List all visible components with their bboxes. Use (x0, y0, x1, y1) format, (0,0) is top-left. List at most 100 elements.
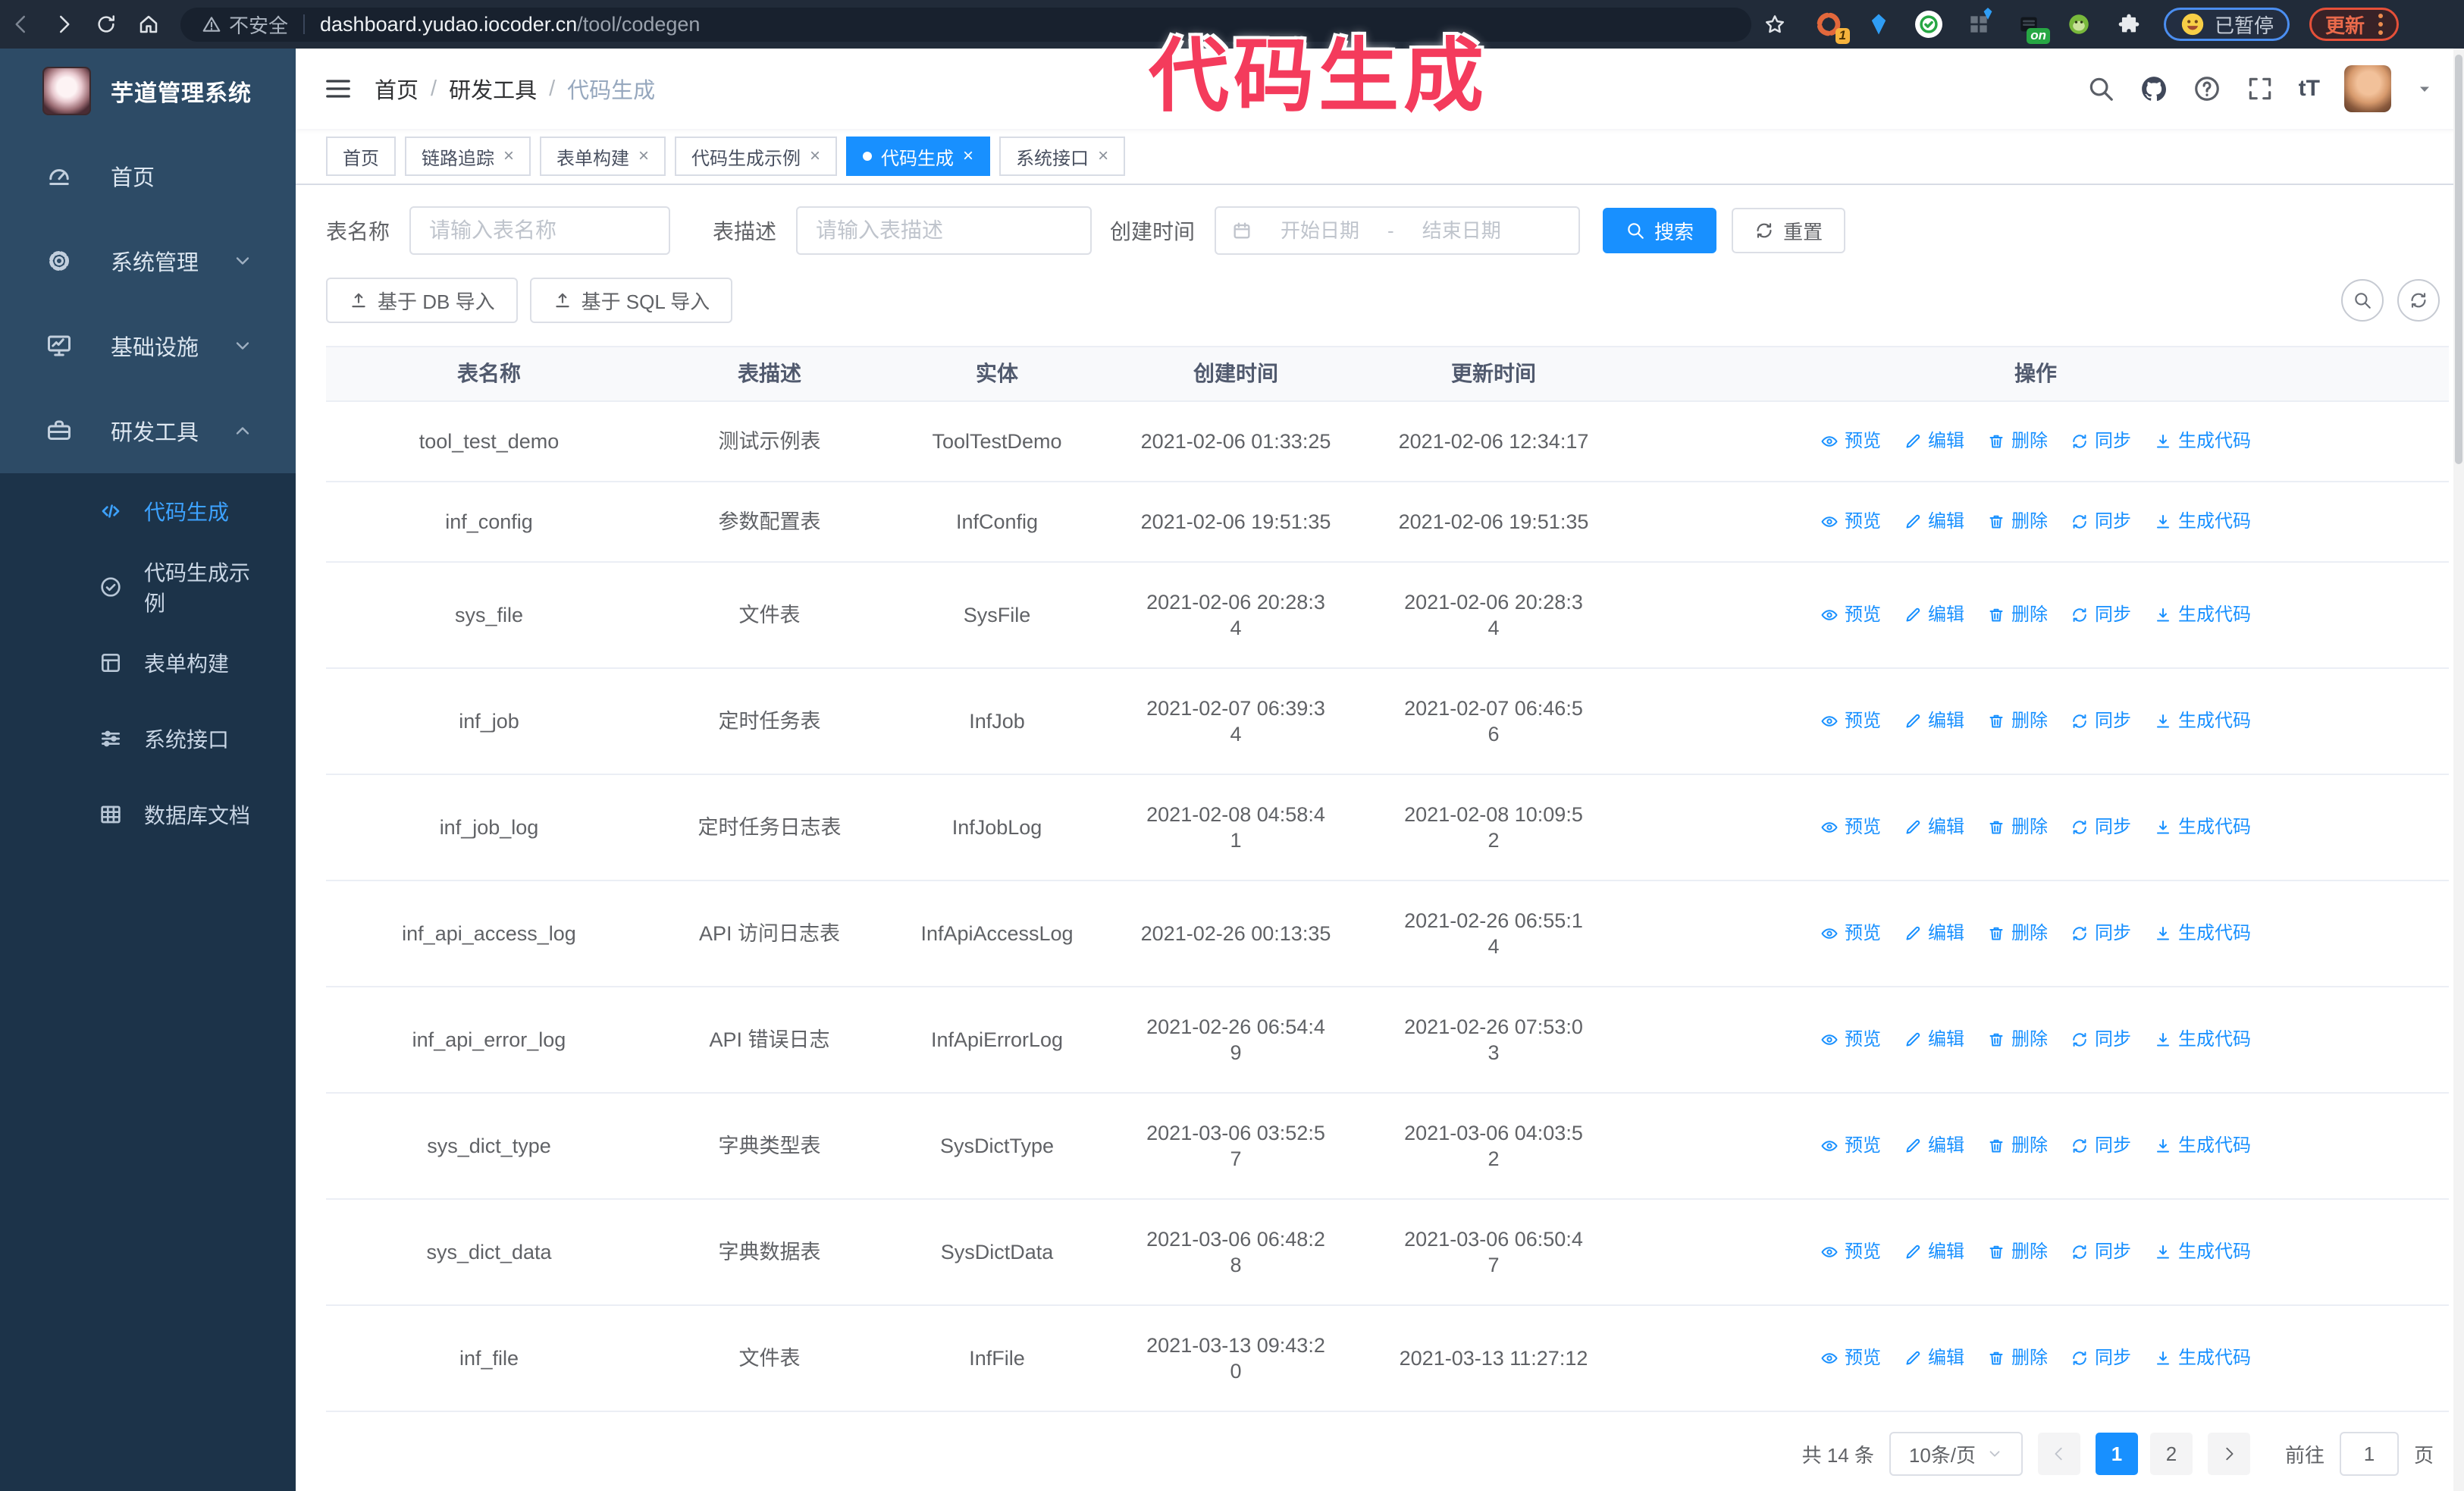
delete-link[interactable]: 删除 (1987, 1133, 2048, 1159)
sidebar-subitem-code[interactable]: 代码生成 (0, 473, 296, 549)
delete-link[interactable]: 删除 (1987, 708, 2048, 734)
generate-code-link[interactable]: 生成代码 (2154, 428, 2251, 454)
edit-link[interactable]: 编辑 (1904, 921, 1964, 946)
import-db-button[interactable]: 基于 DB 导入 (326, 278, 518, 323)
site-security-indicator[interactable]: 不安全 (202, 11, 288, 39)
sync-link[interactable]: 同步 (2071, 815, 2131, 840)
tab-首页[interactable]: 首页 (326, 137, 396, 176)
github-icon[interactable] (2140, 74, 2168, 103)
tab-代码生成[interactable]: 代码生成 × (846, 137, 991, 176)
grid-gem-extension-icon[interactable] (1964, 9, 1994, 39)
delete-link[interactable]: 删除 (1987, 1239, 2048, 1265)
tab-系统接口[interactable]: 系统接口 × (999, 137, 1126, 176)
tab-表单构建[interactable]: 表单构建 × (540, 137, 666, 176)
edit-link[interactable]: 编辑 (1904, 815, 1964, 840)
orange-swirl-extension-icon[interactable]: 1 (1814, 9, 1850, 44)
import-sql-button[interactable]: 基于 SQL 导入 (529, 278, 733, 323)
page-button-1[interactable]: 1 (2095, 1433, 2138, 1475)
green-check-extension-icon[interactable] (1914, 9, 1944, 39)
sync-link[interactable]: 同步 (2071, 1345, 2131, 1371)
sync-link[interactable]: 同步 (2071, 602, 2131, 628)
blue-gem-extension-icon[interactable] (1864, 9, 1894, 39)
preview-link[interactable]: 预览 (1820, 708, 1881, 734)
bookmark-star-icon[interactable] (1763, 13, 1786, 36)
edit-link[interactable]: 编辑 (1904, 602, 1964, 628)
delete-link[interactable]: 删除 (1987, 1345, 2048, 1371)
sync-link[interactable]: 同步 (2071, 921, 2131, 946)
sidebar-subitem-database[interactable]: 数据库文档 (0, 777, 296, 852)
user-avatar[interactable] (2344, 65, 2391, 112)
delete-link[interactable]: 删除 (1987, 1027, 2048, 1053)
browser-back-button[interactable] (0, 3, 42, 46)
sidebar-item-gear[interactable]: 系统管理 (0, 218, 296, 303)
font-size-icon[interactable]: tT (2299, 76, 2320, 102)
start-date-input[interactable] (1263, 218, 1378, 243)
edit-link[interactable]: 编辑 (1904, 509, 1964, 535)
edit-link[interactable]: 编辑 (1904, 1239, 1964, 1265)
sidebar-item-toolbox[interactable]: 研发工具 (0, 388, 296, 473)
generate-code-link[interactable]: 生成代码 (2154, 921, 2251, 946)
edit-link[interactable]: 编辑 (1904, 1133, 1964, 1159)
browser-menu-dots-icon[interactable] (2378, 14, 2384, 35)
browser-home-button[interactable] (127, 3, 170, 46)
sidebar-subitem-form[interactable]: 表单构建 (0, 625, 296, 701)
sidebar-subitem-example[interactable]: 代码生成示例 (0, 549, 296, 625)
hamburger-icon[interactable] (323, 74, 353, 104)
tab-链路追踪[interactable]: 链路追踪 × (405, 137, 531, 176)
delete-link[interactable]: 删除 (1987, 602, 2048, 628)
sidebar-subitem-api[interactable]: 系统接口 (0, 701, 296, 777)
preview-link[interactable]: 预览 (1820, 1345, 1881, 1371)
edit-link[interactable]: 编辑 (1904, 708, 1964, 734)
page-size-select[interactable]: 10条/页 (1889, 1432, 2023, 1476)
browser-update-button[interactable]: 更新 (2309, 8, 2400, 41)
generate-code-link[interactable]: 生成代码 (2154, 1133, 2251, 1159)
reset-button[interactable]: 重置 (1732, 208, 1846, 253)
fullscreen-icon[interactable] (2246, 74, 2274, 103)
sync-link[interactable]: 同步 (2071, 1133, 2131, 1159)
breadcrumb-item[interactable]: 研发工具 (449, 73, 537, 105)
preview-link[interactable]: 预览 (1820, 428, 1881, 454)
puzzle-extension-icon[interactable] (2114, 9, 2144, 39)
green-monkey-extension-icon[interactable] (2064, 9, 2094, 39)
date-range-picker[interactable]: - (1215, 206, 1581, 255)
generate-code-link[interactable]: 生成代码 (2154, 708, 2251, 734)
sidebar-item-infra[interactable]: 基础设施 (0, 303, 296, 388)
prev-page-button[interactable] (2037, 1433, 2080, 1475)
sync-link[interactable]: 同步 (2071, 708, 2131, 734)
edit-link[interactable]: 编辑 (1904, 428, 1964, 454)
dark-box-extension-icon[interactable]: on (2014, 9, 2050, 44)
table-desc-input[interactable] (796, 206, 1092, 255)
generate-code-link[interactable]: 生成代码 (2154, 1027, 2251, 1053)
preview-link[interactable]: 预览 (1820, 509, 1881, 535)
sidebar-item-dashboard[interactable]: 首页 (0, 133, 296, 218)
edit-link[interactable]: 编辑 (1904, 1027, 1964, 1053)
help-icon[interactable] (2193, 74, 2221, 103)
preview-link[interactable]: 预览 (1820, 1027, 1881, 1053)
breadcrumb-item[interactable]: 代码生成 (567, 73, 655, 105)
sync-link[interactable]: 同步 (2071, 509, 2131, 535)
page-scrollbar[interactable] (2453, 49, 2464, 1491)
preview-link[interactable]: 预览 (1820, 1133, 1881, 1159)
tab-close-icon[interactable]: × (1098, 147, 1108, 165)
delete-link[interactable]: 删除 (1987, 509, 2048, 535)
search-button[interactable]: 搜索 (1603, 208, 1717, 253)
sync-link[interactable]: 同步 (2071, 1239, 2131, 1265)
refresh-table-button[interactable] (2397, 279, 2440, 322)
browser-forward-button[interactable] (42, 3, 85, 46)
table-name-input[interactable] (409, 206, 671, 255)
edit-link[interactable]: 编辑 (1904, 1345, 1964, 1371)
page-button-2[interactable]: 2 (2149, 1433, 2193, 1475)
tab-代码生成示例[interactable]: 代码生成示例 × (675, 137, 838, 176)
tab-close-icon[interactable]: × (810, 147, 820, 165)
delete-link[interactable]: 删除 (1987, 428, 2048, 454)
preview-link[interactable]: 预览 (1820, 602, 1881, 628)
next-page-button[interactable] (2207, 1433, 2250, 1475)
sync-link[interactable]: 同步 (2071, 428, 2131, 454)
tab-close-icon[interactable]: × (638, 147, 649, 165)
goto-page-input[interactable] (2339, 1432, 2399, 1476)
preview-link[interactable]: 预览 (1820, 921, 1881, 946)
breadcrumb-item[interactable]: 首页 (375, 73, 419, 105)
profile-paused-pill[interactable]: 已暂停 (2164, 8, 2290, 41)
app-logo[interactable]: 芋道管理系统 (0, 49, 296, 133)
generate-code-link[interactable]: 生成代码 (2154, 509, 2251, 535)
